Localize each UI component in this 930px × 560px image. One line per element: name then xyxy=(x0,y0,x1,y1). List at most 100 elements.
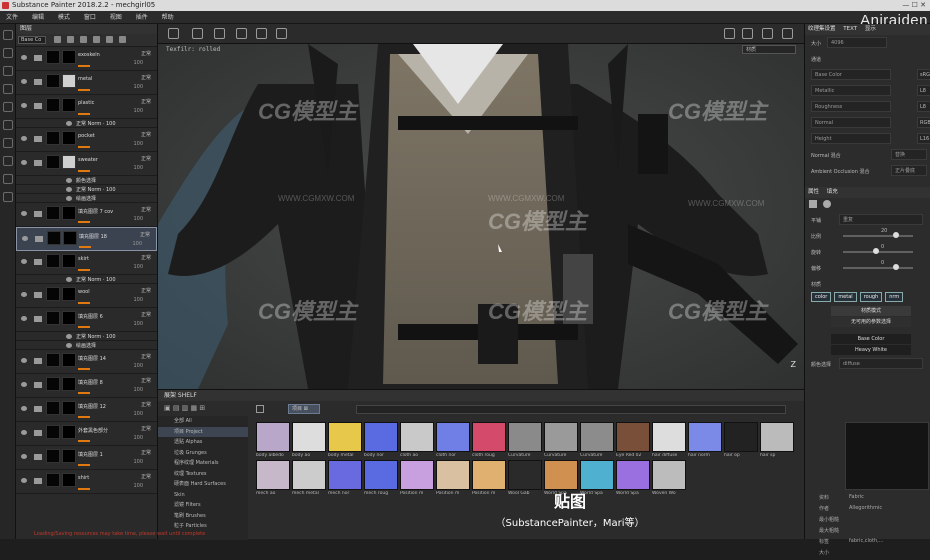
layout-icon[interactable] xyxy=(236,28,247,39)
visibility-eye-icon[interactable] xyxy=(21,292,27,297)
layer-opacity[interactable]: 100 xyxy=(133,321,143,327)
layer-row[interactable]: pocket 正常 100 xyxy=(16,128,157,152)
layer-row[interactable]: metal 正常 100 xyxy=(16,71,157,95)
slider-knob[interactable] xyxy=(873,248,879,254)
add-mask-icon[interactable] xyxy=(79,36,87,43)
split-view-icon[interactable] xyxy=(256,28,267,39)
size-select[interactable]: 4096 xyxy=(827,37,887,48)
resource-thumbnail[interactable] xyxy=(400,460,434,490)
render-icon[interactable] xyxy=(742,28,753,39)
layer-row[interactable]: 外套黑色部分 正常 100 xyxy=(16,422,157,446)
layer-mask-thumbnail[interactable] xyxy=(62,449,76,463)
visibility-eye-icon[interactable] xyxy=(21,211,27,216)
layer-row[interactable]: 填充图层 12 正常 100 xyxy=(16,398,157,422)
param-value[interactable]: 0 xyxy=(881,244,884,250)
channel-format[interactable]: L8 xyxy=(917,85,930,96)
layer-opacity[interactable]: 100 xyxy=(133,411,143,417)
layer-blend-mode[interactable]: 正常 xyxy=(141,206,151,213)
layer-effect-row[interactable]: 正常 Norm · 100 xyxy=(16,119,157,128)
material-channel-toggle[interactable]: nrm xyxy=(885,292,904,302)
layer-opacity[interactable]: 100 xyxy=(132,241,142,247)
layer-opacity[interactable]: 100 xyxy=(133,165,143,171)
resource-thumbnail[interactable] xyxy=(400,422,434,452)
visibility-eye-icon[interactable] xyxy=(66,277,72,282)
resource-thumbnail[interactable] xyxy=(256,460,290,490)
visibility-eye-icon[interactable] xyxy=(21,103,27,108)
shelf-category[interactable]: 透贴 Alphas xyxy=(158,437,248,448)
projection-icon[interactable] xyxy=(3,66,13,76)
resource-thumbnail[interactable] xyxy=(544,460,578,490)
geometry-fill-icon[interactable] xyxy=(3,84,13,94)
layer-mask-thumbnail[interactable] xyxy=(62,131,76,145)
visibility-eye-icon[interactable] xyxy=(66,343,72,348)
resource-thumbnail[interactable] xyxy=(688,422,722,452)
bake-icon[interactable] xyxy=(3,174,13,184)
slider-knob[interactable] xyxy=(893,232,899,238)
visibility-eye-icon[interactable] xyxy=(21,406,27,411)
material-channel-toggle[interactable]: metal xyxy=(834,292,857,302)
resource-thumbnail[interactable] xyxy=(580,460,614,490)
layer-row[interactable]: wool 正常 100 xyxy=(16,284,157,308)
resource-thumbnail[interactable] xyxy=(364,460,398,490)
layer-blend-mode[interactable]: 正常 xyxy=(141,131,151,138)
resource-thumbnail[interactable] xyxy=(436,460,470,490)
layer-blend-mode[interactable]: 正常 xyxy=(141,425,151,432)
visibility-eye-icon[interactable] xyxy=(66,187,72,192)
layer-mask-thumbnail[interactable] xyxy=(62,377,76,391)
layer-opacity[interactable]: 100 xyxy=(133,363,143,369)
param-value[interactable]: 0 xyxy=(881,260,884,266)
shelf-category[interactable]: 纹理 Textures xyxy=(158,469,248,480)
layer-row[interactable]: exoskeln 正常 100 xyxy=(16,47,157,71)
visibility-eye-icon[interactable] xyxy=(21,160,27,165)
resource-thumbnail[interactable] xyxy=(472,422,506,452)
ao-blend-select[interactable]: 正片叠底 xyxy=(891,165,927,176)
visibility-eye-icon[interactable] xyxy=(21,478,27,483)
layer-effect-row[interactable]: 绘画选择 xyxy=(16,194,157,203)
sphere-projection-icon[interactable] xyxy=(822,200,831,208)
layer-mask-thumbnail[interactable] xyxy=(62,254,76,268)
layer-effect-row[interactable]: 正常 Norm · 100 xyxy=(16,185,157,194)
resource-thumbnail[interactable] xyxy=(724,422,758,452)
shelf-category[interactable]: 全部 All xyxy=(158,416,248,427)
resource-thumbnail[interactable] xyxy=(436,422,470,452)
channel-name[interactable]: Normal xyxy=(811,117,891,128)
material-mode-value[interactable]: 无可用的参数选择 xyxy=(831,317,911,327)
layer-opacity[interactable]: 100 xyxy=(133,216,143,222)
3d-viewport[interactable]: CG模型主 CG模型主 CG模型主 CG模型主 CG模型主 CG模型主 WWW.… xyxy=(158,24,804,389)
diffuse-select[interactable]: diffuse xyxy=(839,358,923,369)
paint-brush-icon[interactable] xyxy=(3,30,13,40)
settings-icon[interactable] xyxy=(3,192,13,202)
symmetry-icon[interactable] xyxy=(192,28,203,39)
layer-opacity[interactable]: 100 xyxy=(133,141,143,147)
layer-mask-thumbnail[interactable] xyxy=(62,425,76,439)
camera-icon[interactable] xyxy=(724,28,735,39)
resource-thumbnail[interactable] xyxy=(256,422,290,452)
layer-mask-thumbnail[interactable] xyxy=(62,50,76,64)
layer-blend-mode[interactable]: 正常 xyxy=(141,50,151,57)
menu-view[interactable]: 视图 xyxy=(104,11,128,24)
channel-format[interactable]: RGB xyxy=(917,117,930,128)
menu-help[interactable]: 帮助 xyxy=(156,11,180,24)
tab-fill[interactable]: 填充 xyxy=(827,189,838,195)
layer-row[interactable]: 填充图层 6 正常 100 xyxy=(16,308,157,332)
delete-layer-icon[interactable] xyxy=(118,36,126,43)
layer-opacity[interactable]: 100 xyxy=(133,459,143,465)
layer-mask-thumbnail[interactable] xyxy=(62,287,76,301)
base-color-value[interactable]: Heavy White xyxy=(831,345,911,355)
resource-thumbnail[interactable] xyxy=(580,422,614,452)
resource-thumbnail[interactable] xyxy=(508,460,542,490)
layer-blend-mode[interactable]: 正常 xyxy=(141,311,151,318)
smudge-icon[interactable] xyxy=(3,102,13,112)
screenshot-icon[interactable] xyxy=(762,28,773,39)
layer-mask-thumbnail[interactable] xyxy=(62,353,76,367)
resource-thumbnail[interactable] xyxy=(760,422,794,452)
clone-icon[interactable] xyxy=(3,120,13,130)
shelf-category[interactable]: 硬表面 Hard Surfaces xyxy=(158,479,248,490)
resource-thumbnail[interactable] xyxy=(652,460,686,490)
layer-row[interactable]: 填充图层 1 正常 100 xyxy=(16,446,157,470)
filter-chip[interactable]: 项目 ⊠ xyxy=(288,404,320,414)
layer-blend-mode[interactable]: 正常 xyxy=(141,473,151,480)
menu-edit[interactable]: 编辑 xyxy=(26,11,50,24)
channel-format[interactable]: L16 xyxy=(917,133,930,144)
shelf-search-input[interactable] xyxy=(356,405,786,414)
